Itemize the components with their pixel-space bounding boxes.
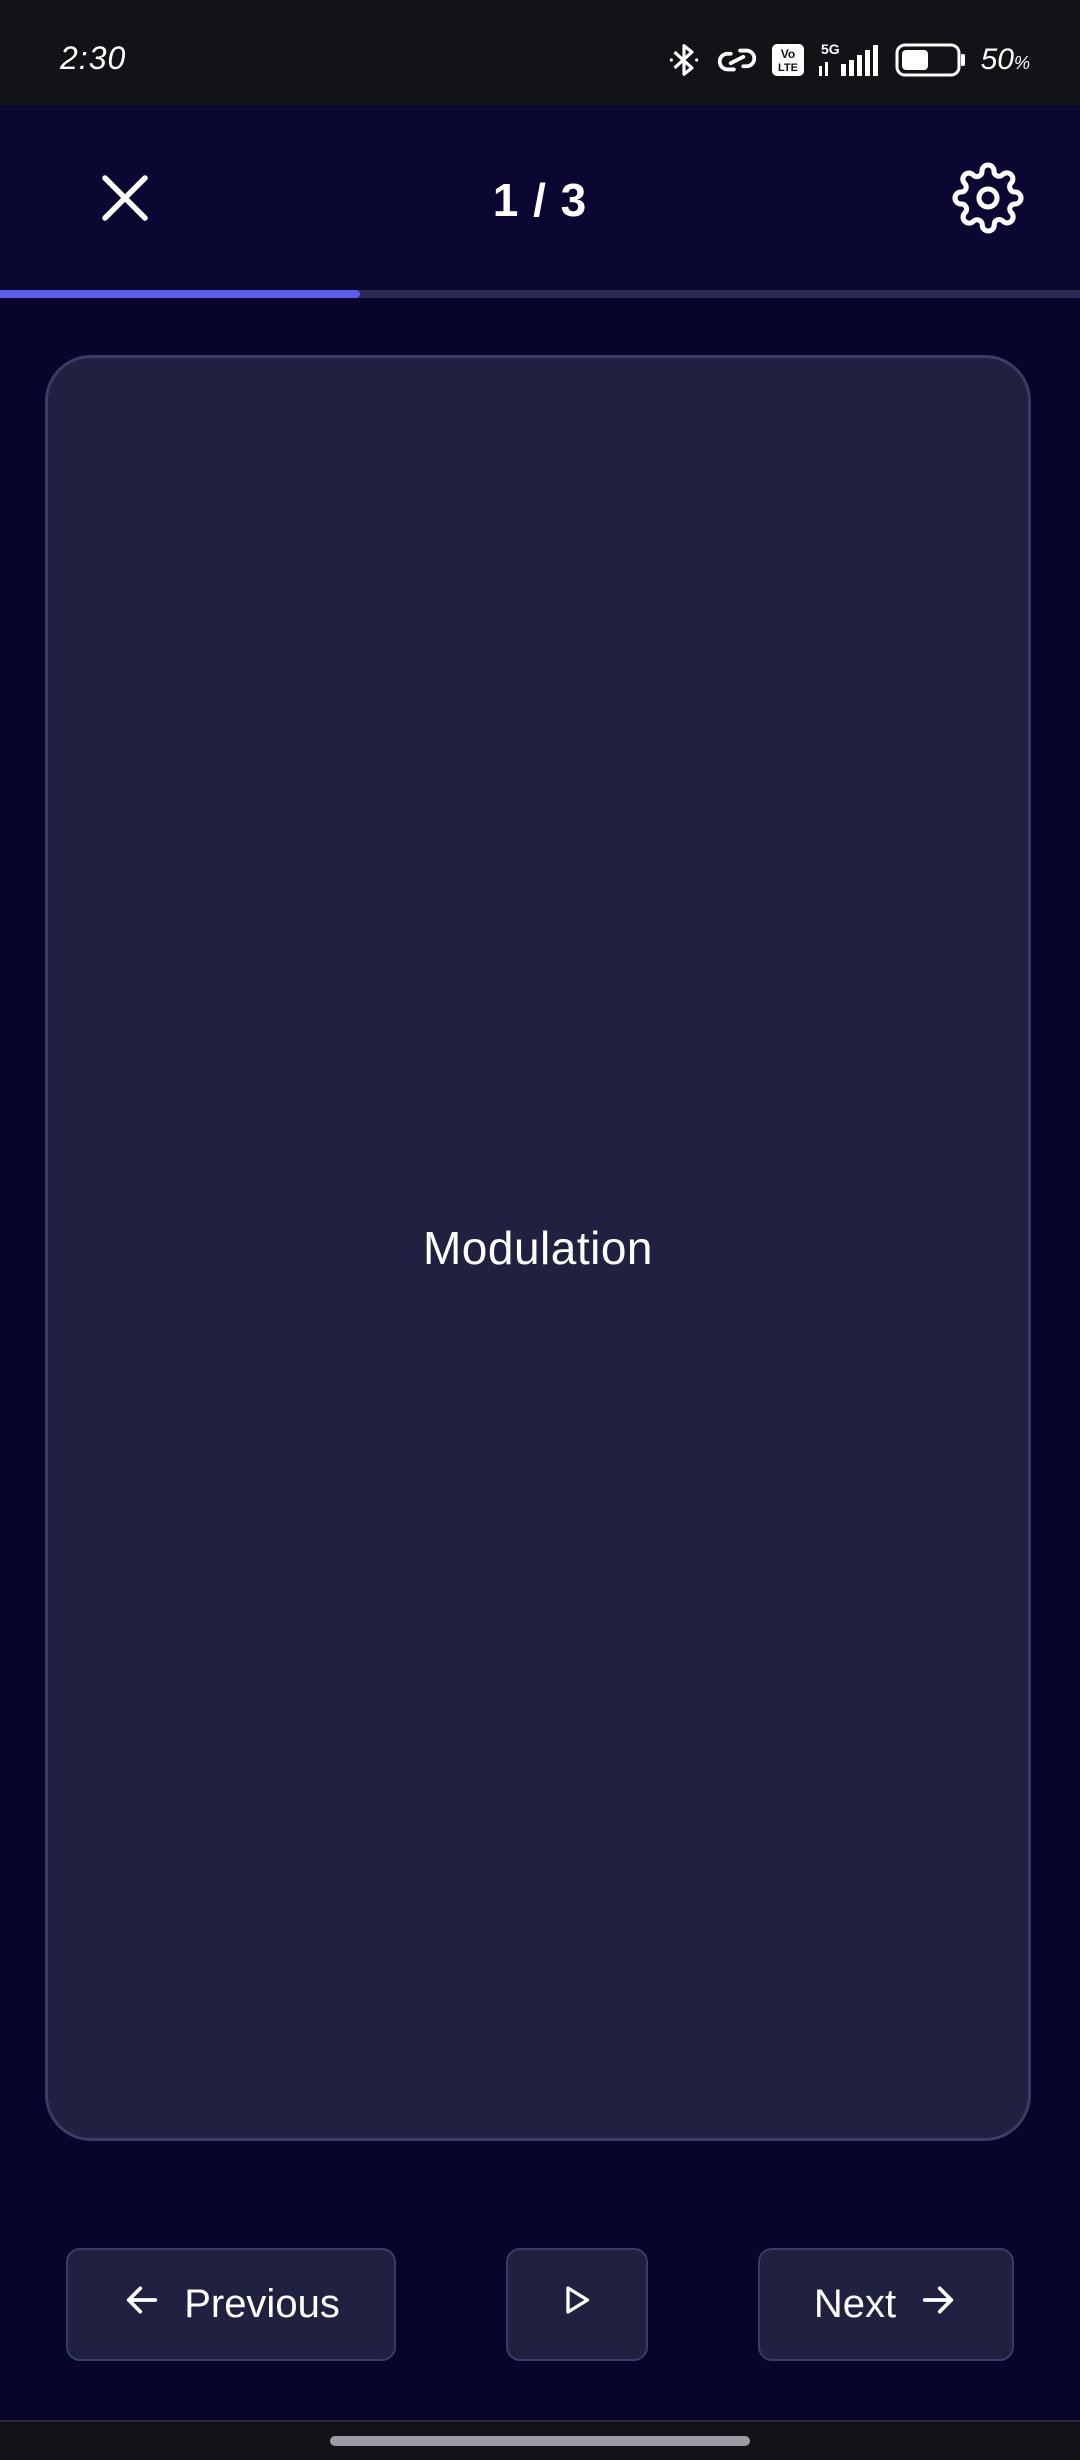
status-time: 2:30 — [60, 40, 127, 76]
flashcard-screen: 1 / 3 Modulation Previous Next — [0, 105, 1080, 2420]
previous-label: Previous — [184, 2282, 340, 2326]
settings-button[interactable] — [938, 150, 1038, 250]
next-label: Next — [813, 2282, 897, 2326]
gear-icon — [952, 161, 1024, 239]
home-indicator[interactable] — [330, 2436, 750, 2446]
progress-counter: 1 / 3 — [492, 174, 588, 226]
next-button[interactable]: Next — [758, 2248, 1014, 2361]
previous-button[interactable]: Previous — [66, 2248, 396, 2361]
status-icons: Vo LTE 5G 50% — [665, 40, 1030, 80]
top-bar: 1 / 3 — [0, 105, 1080, 290]
status-bar: 2:30 Vo LTE 5G 50% — [0, 0, 1080, 105]
progress-bar-fill — [0, 290, 360, 298]
progress-bar — [0, 290, 1080, 298]
arrow-right-icon — [918, 2280, 958, 2330]
battery-icon — [895, 42, 967, 78]
signal-5g-icon: 5G — [817, 40, 883, 80]
play-icon — [559, 2280, 595, 2330]
play-button[interactable] — [506, 2248, 648, 2361]
bluetooth-icon — [665, 40, 703, 80]
svg-text:5G: 5G — [821, 41, 840, 57]
svg-text:Vo: Vo — [780, 47, 794, 61]
battery-percent: 50% — [980, 43, 1030, 76]
hotspot-link-icon — [715, 40, 759, 80]
system-navigation-bar — [0, 2420, 1080, 2460]
volte-icon: Vo LTE — [771, 42, 805, 78]
svg-text:LTE: LTE — [778, 62, 798, 74]
flashcard-term: Modulation — [422, 1222, 654, 1274]
arrow-left-icon — [122, 2280, 162, 2330]
flashcard[interactable]: Modulation — [45, 355, 1031, 2141]
